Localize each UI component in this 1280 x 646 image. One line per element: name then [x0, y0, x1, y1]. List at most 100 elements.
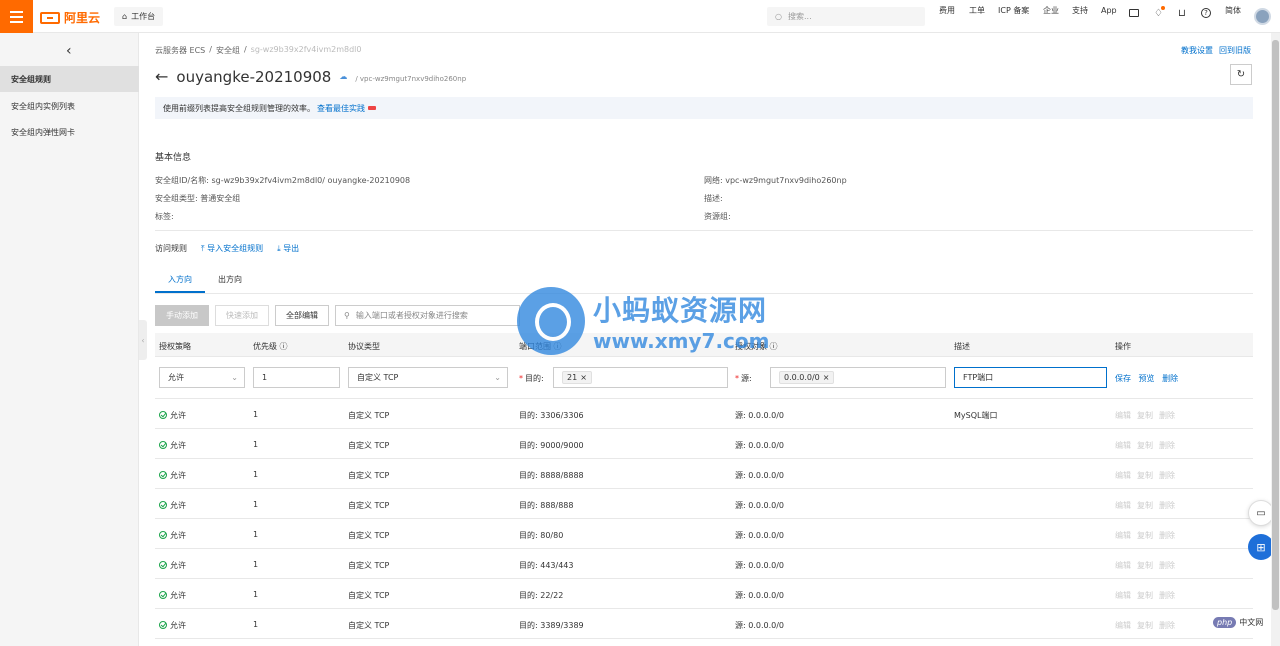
- export-link[interactable]: ⤓ 导出: [277, 243, 299, 254]
- nav-icp[interactable]: ICP 备案: [998, 5, 1029, 16]
- breadcrumb-ecs[interactable]: 云服务器 ECS: [155, 45, 205, 56]
- copy-rule-button[interactable]: 复制: [1137, 590, 1153, 601]
- php-badge-text: 中文网: [1239, 618, 1264, 627]
- cell-priority-text: 1: [253, 410, 259, 419]
- save-rule-button[interactable]: 保存: [1115, 374, 1131, 383]
- protocol-select[interactable]: 自定义 TCP ⌄: [348, 367, 508, 388]
- manual-add-button[interactable]: 手动添加: [155, 305, 209, 326]
- port-tag: 21 ×: [562, 371, 592, 384]
- hamburger-menu-icon[interactable]: [0, 0, 33, 33]
- import-rules-link[interactable]: ⤒ 导入安全组规则: [201, 243, 263, 254]
- source-input[interactable]: 0.0.0.0/0 ×: [770, 367, 946, 388]
- port-range-input[interactable]: 21 ×: [553, 367, 728, 388]
- edit-rule-button[interactable]: 编辑: [1115, 500, 1131, 511]
- sidebar-item-instances[interactable]: 安全组内实例列表: [0, 93, 139, 119]
- check-circle-icon: [159, 561, 167, 569]
- terminal-icon[interactable]: [1129, 9, 1139, 17]
- tab-inbound[interactable]: 入方向: [155, 270, 205, 293]
- policy-select[interactable]: 允许 ⌄: [159, 367, 245, 388]
- edit-rule-button[interactable]: 编辑: [1115, 410, 1131, 421]
- delete-rule-button[interactable]: 删除: [1159, 440, 1175, 451]
- required-mark: *: [519, 374, 523, 383]
- edit-rule-button[interactable]: 编辑: [1115, 440, 1131, 451]
- nav-support[interactable]: 支持: [1072, 5, 1088, 16]
- language-switch[interactable]: 简体: [1225, 5, 1241, 16]
- delete-rule-button[interactable]: 删除: [1159, 560, 1175, 571]
- nav-enterprise[interactable]: 企业: [1043, 5, 1059, 16]
- description-input[interactable]: FTP端口: [954, 367, 1107, 388]
- delete-rule-button[interactable]: 删除: [1162, 374, 1178, 383]
- tab-outbound[interactable]: 出方向: [205, 270, 255, 293]
- refresh-button[interactable]: ↻: [1230, 64, 1252, 85]
- nav-app[interactable]: App: [1101, 6, 1117, 15]
- nav-billing[interactable]: 费用: [939, 5, 955, 16]
- tag-close-icon[interactable]: ×: [580, 373, 587, 382]
- edit-rule-button[interactable]: 编辑: [1115, 620, 1131, 631]
- sidebar-item-label: 安全组规则: [11, 74, 51, 84]
- cloud-icon: ☁: [339, 72, 348, 81]
- sidebar-item-eni[interactable]: 安全组内弹性网卡: [0, 119, 139, 145]
- breadcrumb-sg[interactable]: 安全组: [216, 45, 240, 56]
- aliyun-logo[interactable]: 阿里云: [40, 9, 100, 26]
- info-icon[interactable]: ⓘ: [280, 342, 288, 351]
- cell-port-text: 目的: 3389/3389: [519, 621, 584, 630]
- collapse-chevron-left-icon[interactable]: ‹: [66, 43, 72, 59]
- sidebar-item-rules[interactable]: 安全组规则: [0, 66, 139, 92]
- filter-placeholder: 输入端口或者授权对象进行搜索: [355, 311, 468, 320]
- sg-description: 描述:: [704, 194, 723, 203]
- delete-rule-button[interactable]: 删除: [1159, 590, 1175, 601]
- row-actions: 编辑 复制 删除: [1115, 410, 1175, 421]
- preview-rule-button[interactable]: 预览: [1139, 374, 1155, 383]
- copy-rule-button[interactable]: 复制: [1137, 410, 1153, 421]
- nav-tickets[interactable]: 工单: [969, 5, 985, 16]
- scrollbar-thumb[interactable]: [1272, 40, 1279, 610]
- page-title: ouyangke-20210908: [176, 67, 332, 86]
- copy-rule-button[interactable]: 复制: [1137, 530, 1153, 541]
- breadcrumb: 云服务器 ECS / 安全组 / sg-wz9b39x2fv4ivm2m8dl0: [155, 45, 361, 56]
- cell-policy-text: 允许: [170, 621, 186, 630]
- workbench-button[interactable]: ⌂ 工作台: [114, 7, 164, 26]
- quick-add-button[interactable]: 快速添加: [215, 305, 269, 326]
- edit-rule-button[interactable]: 编辑: [1115, 470, 1131, 481]
- user-avatar[interactable]: [1254, 8, 1271, 25]
- help-icon[interactable]: ?: [1201, 8, 1211, 18]
- delete-rule-button[interactable]: 删除: [1159, 530, 1175, 541]
- cell-port-text: 目的: 443/443: [519, 561, 574, 570]
- delete-rule-button[interactable]: 删除: [1159, 620, 1175, 631]
- cell-protocol: 自定义 TCP: [348, 470, 389, 481]
- cell-priority-text: 1: [253, 470, 259, 479]
- copy-rule-button[interactable]: 复制: [1137, 440, 1153, 451]
- cell-source-text: 源: 0.0.0.0/0: [735, 591, 785, 600]
- copy-rule-button[interactable]: 复制: [1137, 620, 1153, 631]
- edit-all-button[interactable]: 全部编辑: [275, 305, 329, 326]
- cell-source: 源: 0.0.0.0/0: [735, 560, 784, 571]
- info-icon[interactable]: ⓘ: [770, 342, 778, 351]
- delete-rule-button[interactable]: 删除: [1159, 410, 1175, 421]
- edit-rule-button[interactable]: 编辑: [1115, 530, 1131, 541]
- best-practice-link[interactable]: 查看最佳实践: [317, 103, 365, 114]
- copy-rule-button[interactable]: 复制: [1137, 560, 1153, 571]
- check-circle-icon: [159, 471, 167, 479]
- priority-input[interactable]: 1: [253, 367, 340, 388]
- copy-rule-button[interactable]: 复制: [1137, 470, 1153, 481]
- cell-source: 源: 0.0.0.0/0: [735, 590, 784, 601]
- sidebar-item-label: 安全组内实例列表: [11, 101, 75, 111]
- delete-rule-button[interactable]: 删除: [1159, 500, 1175, 511]
- tag-close-icon[interactable]: ×: [823, 373, 830, 382]
- cart-icon[interactable]: ⊔: [1178, 8, 1186, 19]
- priority-value: 1: [262, 373, 268, 382]
- global-search-input[interactable]: ○ 搜索...: [767, 7, 925, 26]
- sidebar-toggle-handle[interactable]: ‹: [139, 320, 147, 360]
- back-arrow-icon[interactable]: ←: [155, 67, 168, 86]
- cell-policy-text: 允许: [170, 441, 186, 450]
- old-version-link[interactable]: 回到旧版: [1219, 45, 1251, 56]
- table-row: 允许 1 自定义 TCP 目的: 888/888 源: 0.0.0.0/0 编辑 复制 删除: [155, 489, 1253, 519]
- cell-desc: MySQL端口: [954, 410, 997, 421]
- guide-link[interactable]: 教我设置: [1181, 45, 1213, 56]
- copy-rule-button[interactable]: 复制: [1137, 500, 1153, 511]
- watermark-logo-icon: [517, 287, 585, 355]
- rule-filter-input[interactable]: ⚲ 输入端口或者授权对象进行搜索: [335, 305, 520, 326]
- edit-rule-button[interactable]: 编辑: [1115, 560, 1131, 571]
- edit-rule-button[interactable]: 编辑: [1115, 590, 1131, 601]
- delete-rule-button[interactable]: 删除: [1159, 470, 1175, 481]
